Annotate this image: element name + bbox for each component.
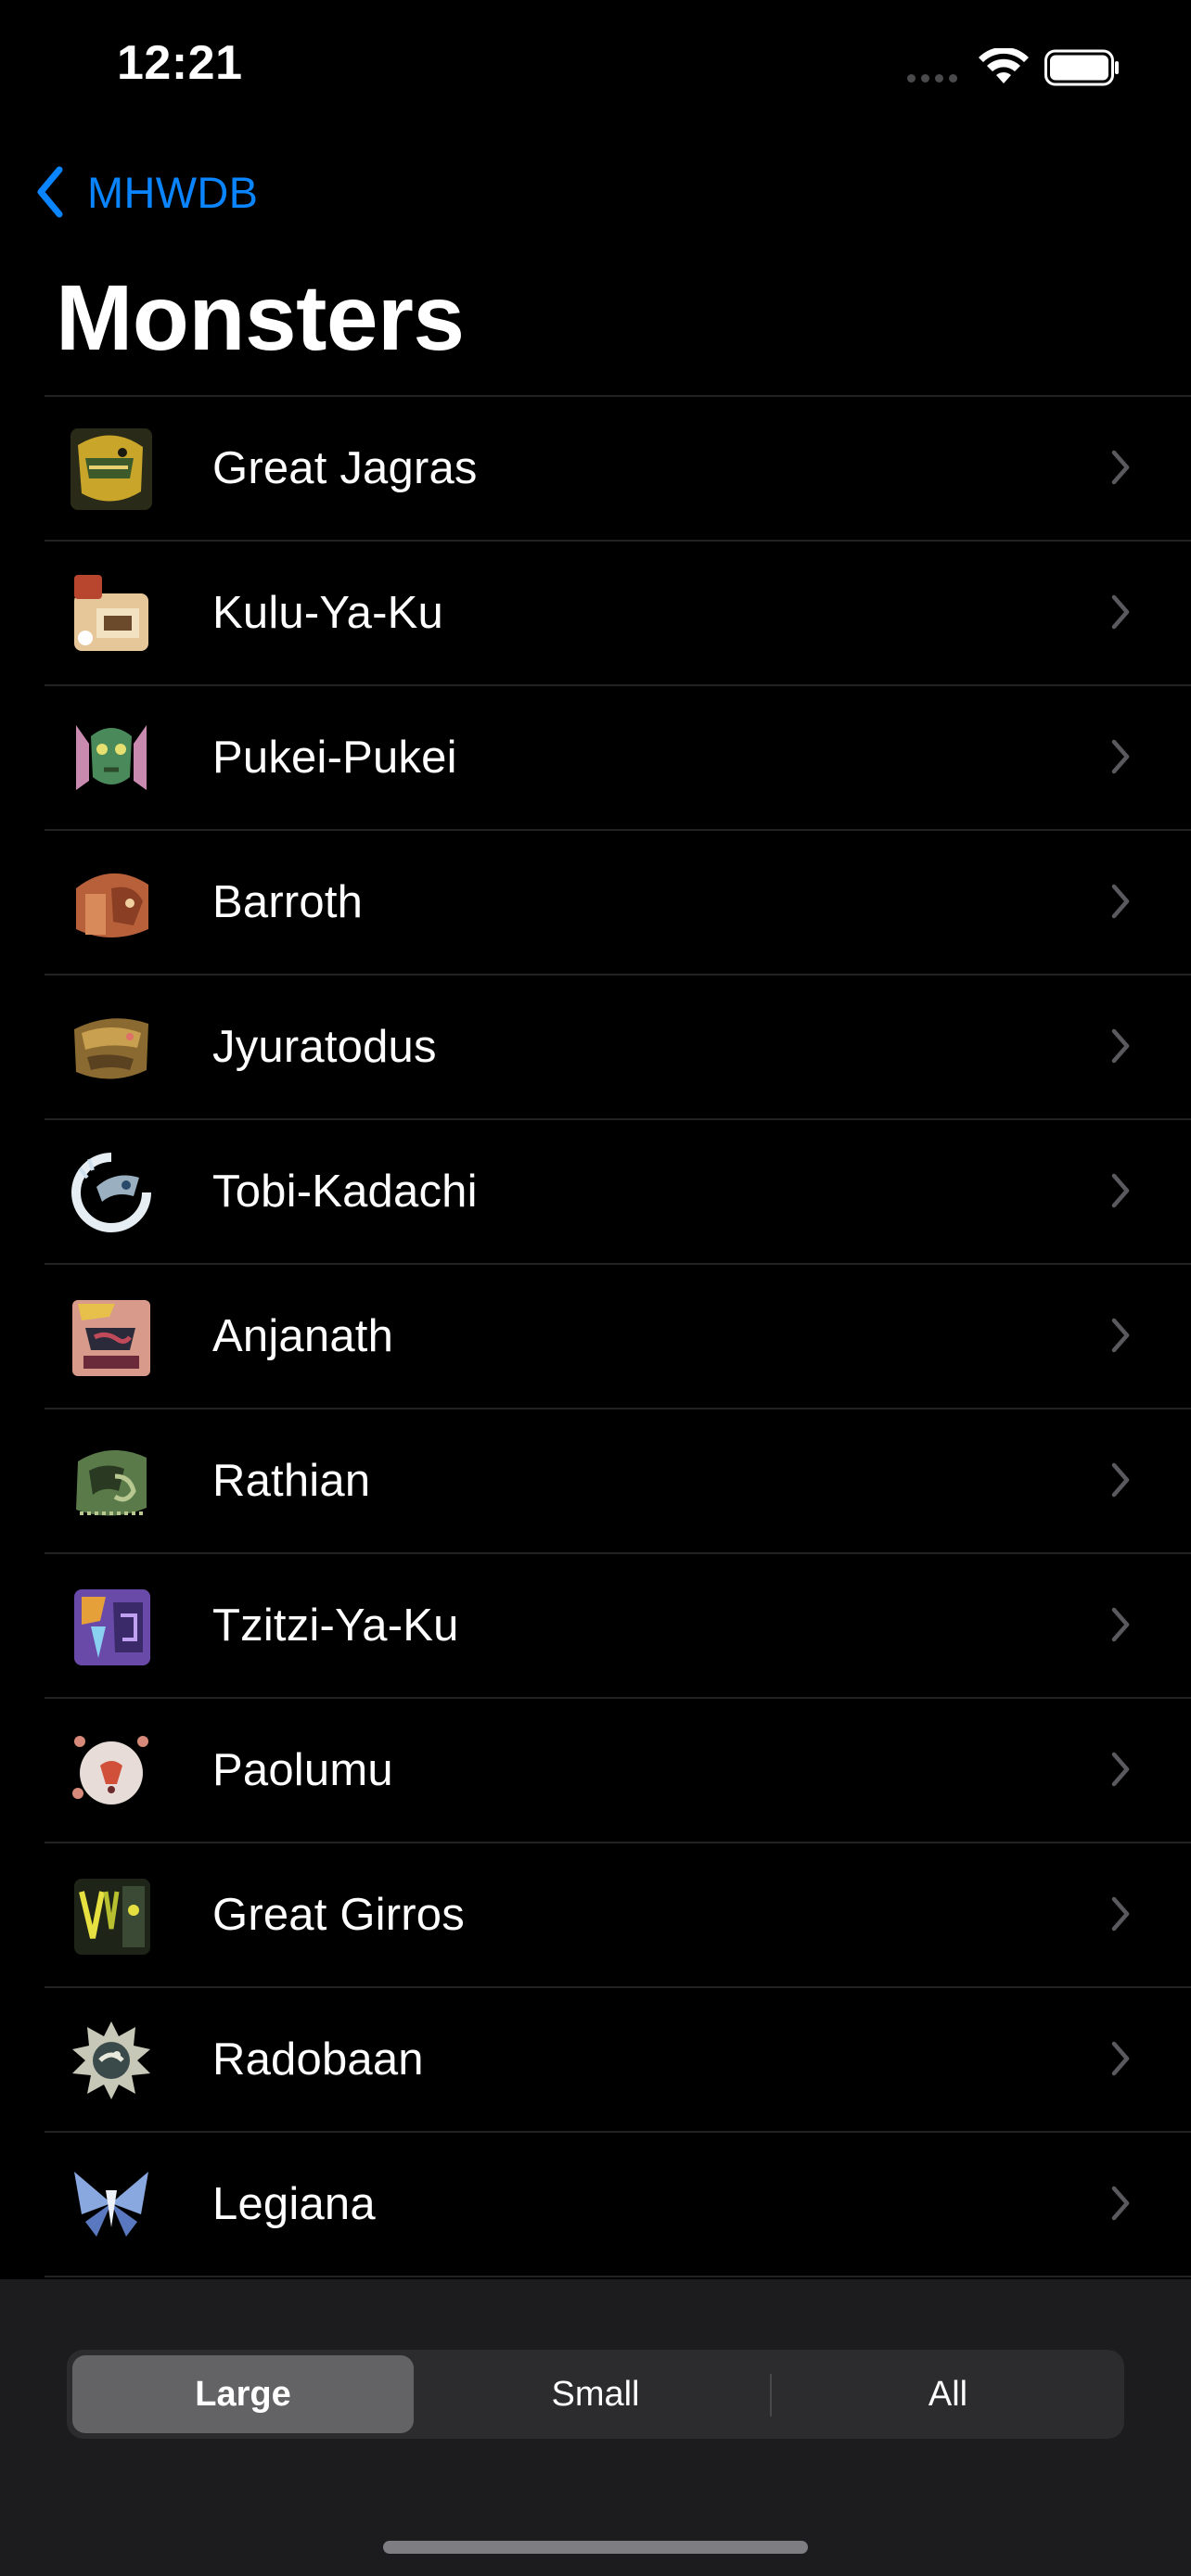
monster-name: Legiana — [212, 2179, 376, 2229]
chevron-right-icon — [1111, 1028, 1130, 1064]
segment-divider — [770, 2374, 772, 2417]
cellular-signal-icon — [907, 74, 957, 83]
list-item[interactable]: Tzitzi-Ya-Ku — [45, 1554, 1191, 1699]
segment-small[interactable]: Small — [425, 2355, 766, 2433]
page-title: Monsters — [56, 266, 465, 370]
list-item[interactable]: Jyuratodus — [45, 976, 1191, 1120]
monster-name: Radobaan — [212, 2034, 424, 2085]
chevron-right-icon — [1111, 1318, 1130, 1353]
radobaan-icon — [72, 2021, 150, 2099]
home-indicator[interactable] — [383, 2541, 808, 2554]
pukei-pukei-icon — [76, 725, 147, 790]
chevron-right-icon — [1111, 2186, 1130, 2221]
monster-name: Jyuratodus — [212, 1022, 437, 1072]
list-item[interactable]: Paolumu — [45, 1699, 1191, 1843]
wifi-icon — [979, 48, 1029, 83]
monster-name: Great Jagras — [212, 443, 478, 493]
legiana-icon — [74, 2172, 148, 2237]
back-button-label: MHWDB — [87, 167, 259, 217]
anjanath-icon — [72, 1300, 150, 1376]
monster-name: Kulu-Ya-Ku — [212, 588, 443, 638]
battery-icon — [1044, 49, 1119, 86]
status-bar: 12:21 — [0, 0, 1191, 139]
chevron-right-icon — [1111, 1607, 1130, 1642]
chevron-right-icon — [1111, 450, 1130, 485]
chevron-right-icon — [1111, 739, 1130, 774]
barroth-icon — [76, 873, 148, 937]
monster-name: Paolumu — [212, 1745, 393, 1795]
chevron-left-icon — [37, 166, 63, 218]
list-item[interactable]: Rathian — [45, 1409, 1191, 1554]
chevron-right-icon — [1111, 1752, 1130, 1787]
monster-name: Pukei-Pukei — [212, 733, 457, 783]
tzitzi-ya-ku-icon — [74, 1589, 150, 1665]
monster-name: Tobi-Kadachi — [212, 1167, 478, 1217]
paolumu-icon — [72, 1736, 148, 1804]
tobi-kadachi-icon — [71, 1153, 151, 1232]
segment-all[interactable]: All — [777, 2355, 1119, 2433]
list-item[interactable]: Barroth — [45, 831, 1191, 976]
list-item[interactable]: Great Girros — [45, 1843, 1191, 1988]
monster-name: Great Girros — [212, 1890, 465, 1940]
list-item[interactable]: Anjanath — [45, 1265, 1191, 1409]
chevron-right-icon — [1111, 1896, 1130, 1932]
monster-name: Anjanath — [212, 1311, 394, 1361]
list-item[interactable]: Kulu-Ya-Ku — [45, 542, 1191, 686]
chevron-right-icon — [1111, 1173, 1130, 1208]
list-item[interactable]: Tobi-Kadachi — [45, 1120, 1191, 1265]
chevron-right-icon — [1111, 884, 1130, 919]
great-jagras-icon — [70, 428, 152, 510]
monster-list: Great Jagras Kulu-Ya-Ku Pukei-Pukei Barr… — [45, 395, 1191, 2277]
monster-name: Rathian — [212, 1456, 371, 1506]
bottom-toolbar: Large Small All — [0, 2279, 1191, 2576]
rathian-icon — [76, 1449, 147, 1516]
size-filter-segmented-control: Large Small All — [67, 2350, 1124, 2439]
great-girros-icon — [74, 1879, 150, 1955]
monster-name: Tzitzi-Ya-Ku — [212, 1600, 459, 1651]
monster-name: Barroth — [212, 877, 364, 927]
jyuratodus-icon — [74, 1018, 148, 1079]
list-item[interactable]: Great Jagras — [45, 397, 1191, 542]
list-item[interactable]: Radobaan — [45, 1988, 1191, 2133]
chevron-right-icon — [1111, 594, 1130, 630]
list-item[interactable]: Legiana — [45, 2133, 1191, 2277]
kulu-ya-ku-icon — [74, 575, 148, 651]
chevron-right-icon — [1111, 2041, 1130, 2076]
segment-large[interactable]: Large — [72, 2355, 414, 2433]
back-button[interactable]: MHWDB — [33, 159, 258, 224]
list-item[interactable]: Pukei-Pukei — [45, 686, 1191, 831]
status-time: 12:21 — [117, 36, 243, 90]
chevron-right-icon — [1111, 1462, 1130, 1498]
